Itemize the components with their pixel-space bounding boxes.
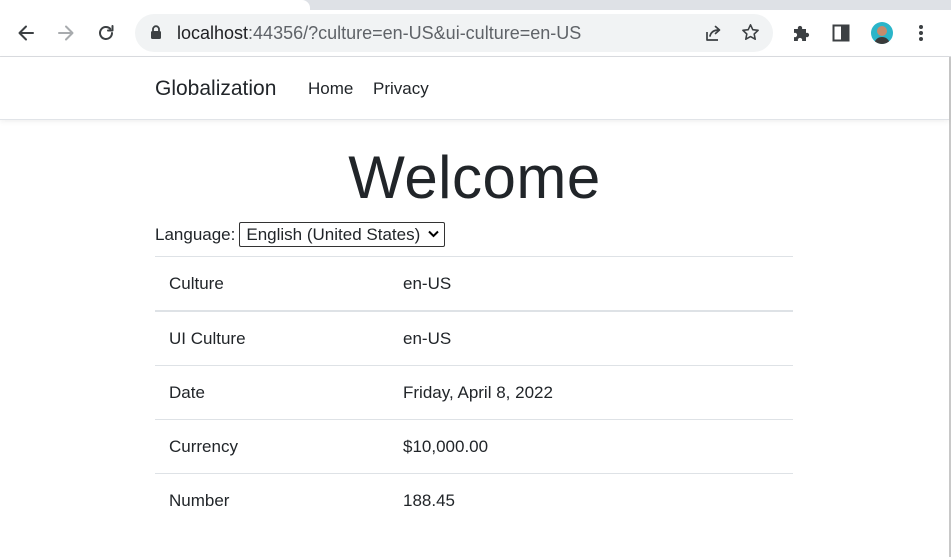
back-button[interactable] [9,16,43,50]
row-value: Friday, April 8, 2022 [389,365,793,420]
site-navbar: Globalization Home Privacy [0,57,949,120]
row-key: Currency [155,419,389,474]
browser-menu-button[interactable] [904,16,938,50]
profile-avatar[interactable] [871,22,893,44]
lock-icon[interactable] [150,25,162,40]
language-select-value: English (United States) [246,225,421,244]
row-value: 188.45 [389,473,793,527]
table-row: Currency $10,000.00 [155,419,793,474]
side-panel-icon [832,24,850,42]
table-row: Number 188.45 [155,473,793,527]
url-path: :44356/?culture=en-US&ui-culture=en-US [248,23,582,43]
kebab-menu-icon [919,25,923,41]
puzzle-icon [794,25,810,41]
culture-info-table: Culture en-US UI Culture en-US Date Frid… [155,256,793,527]
row-value: $10,000.00 [389,419,793,474]
language-picker-row: Language: English (United States) [155,222,446,247]
row-key: Culture [155,256,389,312]
tab-strip [0,0,951,10]
forward-button[interactable] [49,16,83,50]
arrow-left-icon [18,25,34,41]
nav-link-privacy[interactable]: Privacy [373,79,429,99]
language-select[interactable]: English (United States) [239,222,446,247]
row-value: en-US [389,310,793,366]
navbar-brand[interactable]: Globalization [155,77,276,101]
language-label: Language: [155,224,236,244]
table-row: Date Friday, April 8, 2022 [155,365,793,420]
chevron-down-icon [428,230,439,238]
row-key: UI Culture [155,310,389,366]
person-icon [874,26,890,44]
url-text[interactable]: localhost:44356/?culture=en-US&ui-cultur… [177,23,581,43]
row-value: en-US [389,256,793,312]
row-key: Date [155,365,389,420]
share-icon[interactable] [703,23,723,43]
side-panel-button[interactable] [824,16,858,50]
table-row: UI Culture en-US [155,310,793,366]
url-host: localhost [177,23,249,43]
page-title: Welcome [348,144,601,211]
reload-button[interactable] [89,16,123,50]
star-icon[interactable] [740,22,761,43]
nav-link-home[interactable]: Home [308,79,353,99]
active-tab[interactable] [0,0,310,10]
reload-icon [99,25,114,40]
row-key: Number [155,473,389,527]
browser-toolbar: localhost:44356/?culture=en-US&ui-cultur… [0,10,951,56]
extensions-button[interactable] [784,16,818,50]
address-bar[interactable]: localhost:44356/?culture=en-US&ui-cultur… [135,14,773,52]
arrow-right-icon [58,25,74,41]
table-row: Culture en-US [155,256,793,312]
